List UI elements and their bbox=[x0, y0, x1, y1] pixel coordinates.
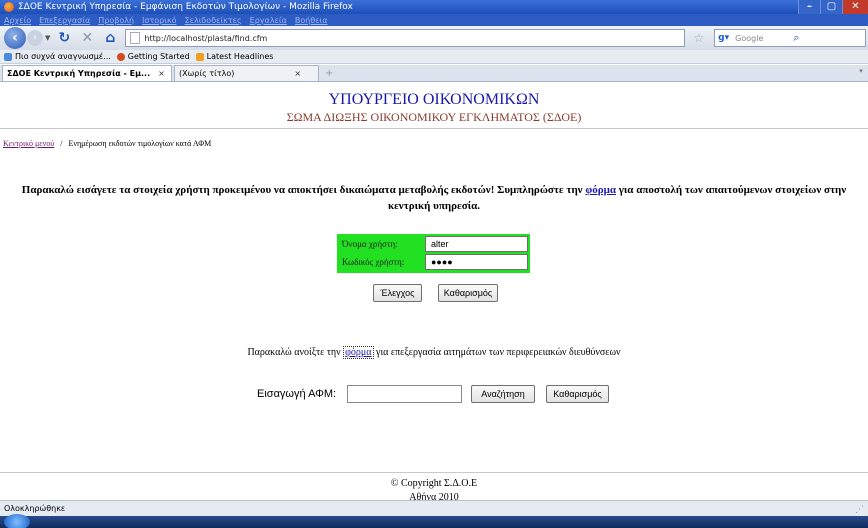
bookmark-label: Πιο συχνά αναγνωσμέ... bbox=[15, 52, 111, 61]
menu-bookmarks[interactable]: Σελιδοδείκτες bbox=[185, 16, 242, 25]
bookmarks-toolbar: Πιο συχνά αναγνωσμέ... Getting Started L… bbox=[0, 50, 868, 64]
tab-close-icon[interactable]: × bbox=[158, 69, 165, 78]
notice-form-link[interactable]: φόρμα bbox=[585, 184, 616, 196]
region-notice: Παρακαλώ ανοίξτε την φόρμα για επεξεργασ… bbox=[0, 346, 868, 359]
footer-copyright: © Copyright Σ.Δ.Ο.Ε bbox=[390, 478, 478, 489]
bookmark-label: Latest Headlines bbox=[206, 52, 274, 61]
firefox-icon bbox=[4, 2, 14, 12]
tab-sdoe[interactable]: ΣΔΟΕ Κεντρική Υπηρεσία - Εμ... × bbox=[2, 65, 172, 81]
region-text: Παρακαλώ ανοίξτε την bbox=[247, 347, 341, 358]
address-url: http://localhost/plasta/find.cfm bbox=[144, 33, 268, 43]
reload-icon[interactable]: ↻ bbox=[55, 30, 73, 46]
window-title: ΣΔΟΕ Κεντρική Υπηρεσία - Εμφάνιση Εκδοτώ… bbox=[18, 2, 353, 12]
region-form-link[interactable]: φόρμα bbox=[343, 346, 374, 359]
bookmark-folder-icon bbox=[4, 52, 12, 61]
afm-clear-button[interactable]: Καθαρισμός bbox=[546, 385, 609, 403]
tab-bar: ΣΔΟΕ Κεντρική Υπηρεσία - Εμ... × (Χωρίς … bbox=[0, 65, 868, 82]
notice-text: Παρακαλώ εισάγετε τα στοιχεία χρήστη προ… bbox=[21, 184, 583, 196]
menu-help[interactable]: Βοήθεια bbox=[295, 16, 328, 25]
menu-edit[interactable]: Επεξεργασία bbox=[39, 16, 90, 25]
address-bar[interactable]: http://localhost/plasta/find.cfm bbox=[125, 29, 686, 47]
menu-view[interactable]: Προβολή bbox=[98, 16, 134, 25]
breadcrumb-current: Ενημέρωση εκδοτών τιμολογίων κατά ΑΦΜ bbox=[68, 139, 212, 148]
window-controls: – ▢ ✕ bbox=[798, 0, 868, 14]
login-notice: Παρακαλώ εισάγετε τα στοιχεία χρήστη προ… bbox=[6, 182, 862, 214]
login-form: Όνομα χρήστη: alter Κωδικός χρήστη: ●●●● bbox=[337, 234, 530, 273]
history-dropdown-icon[interactable]: ▼ bbox=[45, 34, 50, 42]
username-label: Όνομα χρήστη: bbox=[342, 239, 398, 249]
tab-untitled[interactable]: (Χωρίς τίτλο) × bbox=[174, 65, 319, 81]
footer-divider bbox=[0, 472, 868, 473]
status-bar: Ολοκληρώθηκε ⋰ bbox=[0, 500, 868, 516]
page-subtitle: ΣΩΜΑ ΔΙΩΞΗΣ ΟΙΚΟΝΟΜΙΚΟΥ ΕΓΚΛΗΜΑΤΟΣ (ΣΔΟΕ… bbox=[286, 110, 582, 124]
search-button[interactable]: Αναζήτηση bbox=[471, 385, 535, 403]
close-button[interactable]: ✕ bbox=[842, 0, 868, 14]
search-box[interactable]: g▾ Google ⌕ bbox=[714, 29, 867, 47]
bookmark-star-icon[interactable]: ☆ bbox=[693, 31, 704, 45]
breadcrumb: Κεντρικό μενού / Ενημέρωση εκδοτών τιμολ… bbox=[3, 139, 211, 148]
page-content: ΥΠΟΥΡΓΕΙΟ ΟΙΚΟΝΟΜΙΚΩΝ ΣΩΜΑ ΔΙΩΞΗΣ ΟΙΚΟΝΟ… bbox=[0, 83, 868, 503]
menu-history[interactable]: Ιστορικό bbox=[142, 16, 177, 25]
afm-input[interactable] bbox=[347, 385, 462, 403]
minimize-button[interactable]: – bbox=[798, 0, 820, 14]
page-title: ΥΠΟΥΡΓΕΙΟ ΟΙΚΟΝΟΜΙΚΩΝ bbox=[328, 91, 540, 108]
password-label: Κωδικός χρήστη: bbox=[342, 257, 405, 267]
home-icon[interactable]: ⌂ bbox=[101, 30, 119, 46]
start-button-icon[interactable] bbox=[4, 514, 30, 528]
breadcrumb-home-link[interactable]: Κεντρικό μενού bbox=[3, 139, 54, 148]
password-input[interactable]: ●●●● bbox=[425, 254, 528, 270]
header-divider bbox=[0, 128, 868, 129]
login-clear-button[interactable]: Καθαρισμός bbox=[438, 284, 498, 302]
afm-label: Εισαγωγή ΑΦΜ: bbox=[257, 388, 337, 400]
search-icon[interactable]: ⌕ bbox=[793, 31, 799, 45]
stop-icon[interactable]: ✕ bbox=[78, 30, 96, 46]
google-icon[interactable]: g▾ bbox=[718, 33, 729, 43]
page-icon bbox=[130, 32, 141, 44]
tab-label: ΣΔΟΕ Κεντρική Υπηρεσία - Εμ... bbox=[7, 69, 151, 78]
search-placeholder: Google bbox=[735, 33, 764, 43]
navigation-toolbar: ‹ › ▼ ↻ ✕ ⌂ http://localhost/plasta/find… bbox=[0, 26, 868, 50]
rss-icon bbox=[195, 52, 204, 61]
tab-close-icon[interactable]: × bbox=[294, 69, 301, 78]
username-input[interactable]: alter bbox=[425, 236, 528, 252]
back-arrow-icon[interactable]: ‹ bbox=[4, 27, 26, 49]
taskbar bbox=[0, 514, 868, 528]
maximize-button[interactable]: ▢ bbox=[820, 0, 842, 14]
status-text: Ολοκληρώθηκε bbox=[4, 504, 66, 513]
check-button[interactable]: Έλεγχος bbox=[373, 284, 422, 302]
menu-tools[interactable]: Εργαλεία bbox=[250, 16, 287, 25]
new-tab-icon[interactable]: + bbox=[325, 68, 333, 79]
menu-file[interactable]: Αρχείο bbox=[4, 16, 31, 25]
window-titlebar: ΣΔΟΕ Κεντρική Υπηρεσία - Εμφάνιση Εκδοτώ… bbox=[0, 0, 868, 14]
menu-bar: Αρχείο Επεξεργασία Προβολή Ιστορικό Σελι… bbox=[0, 14, 868, 26]
forward-arrow-icon[interactable]: › bbox=[27, 30, 43, 46]
bookmark-latest-headlines[interactable]: Latest Headlines bbox=[195, 52, 274, 61]
tab-label: (Χωρίς τίτλο) bbox=[179, 69, 235, 78]
tab-list-icon[interactable]: ▾ bbox=[856, 67, 866, 79]
bookmark-most-visited[interactable]: Πιο συχνά αναγνωσμέ... bbox=[4, 52, 111, 61]
bookmark-label: Getting Started bbox=[127, 52, 190, 61]
breadcrumb-separator: / bbox=[60, 139, 63, 148]
bookmark-getting-started[interactable]: Getting Started bbox=[116, 52, 190, 61]
password-row: Κωδικός χρήστη: ●●●● bbox=[339, 254, 528, 271]
region-text-end: για επεξεργασία αιτημάτων των περιφερεια… bbox=[376, 347, 621, 358]
username-row: Όνομα χρήστη: alter bbox=[339, 236, 528, 253]
firefox-bookmark-icon bbox=[116, 52, 125, 61]
